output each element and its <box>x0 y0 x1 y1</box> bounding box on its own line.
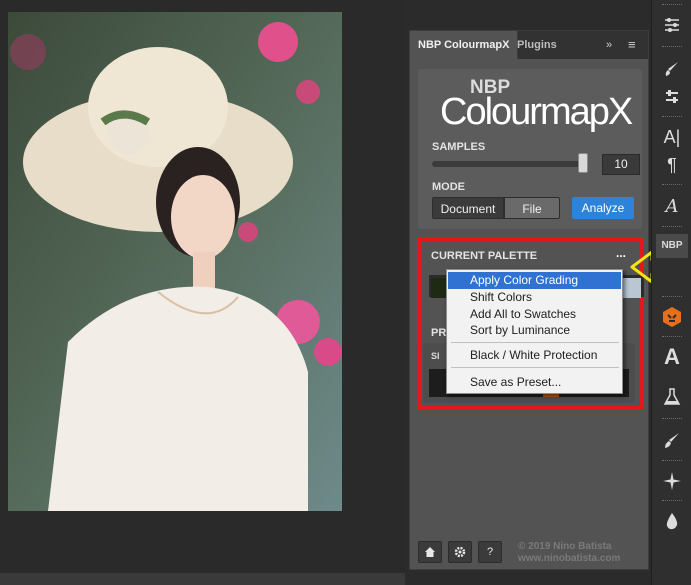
samples-slider[interactable] <box>432 161 588 167</box>
toolbar-grip <box>662 296 682 300</box>
toolbar-grip <box>662 460 682 464</box>
toolbar-grip <box>662 4 682 8</box>
nbp-plugin-icon[interactable]: NBP <box>656 234 688 258</box>
sliders-icon[interactable] <box>656 12 688 38</box>
preset-name: SI <box>431 351 440 361</box>
settings-section: NBP ColourmapX SAMPLES 10 MODE Document … <box>418 69 642 229</box>
toolbar-grip <box>662 184 682 188</box>
sparkle-icon[interactable] <box>656 468 688 494</box>
help-icon[interactable]: ? <box>478 541 502 563</box>
type-icon[interactable]: A <box>656 344 688 370</box>
palette-context-menu: Apply Color Grading Shift Colors Add All… <box>446 269 623 394</box>
copyright-line-1: © 2019 Nino Batista <box>518 541 612 552</box>
glyphs-icon[interactable]: A <box>656 194 688 220</box>
toolbar-grip <box>662 116 682 120</box>
copyright-line-2: www.ninobatista.com <box>518 553 621 564</box>
panel-collapse-icon[interactable]: » <box>606 39 612 51</box>
document-canvas <box>0 0 405 585</box>
menu-item-save-as-preset[interactable]: Save as Preset... <box>448 374 621 391</box>
palette-menu-button[interactable]: ... <box>616 246 626 260</box>
tab-plugins[interactable]: Plugins <box>509 31 565 59</box>
samples-slider-thumb[interactable] <box>578 153 589 173</box>
mode-document-button[interactable]: Document <box>432 197 504 219</box>
samples-value-field[interactable]: 10 <box>602 154 640 175</box>
flask-icon[interactable] <box>656 384 688 410</box>
menu-item-sort-by-luminance[interactable]: Sort by Luminance <box>448 322 621 339</box>
paragraph-icon[interactable]: ¶ <box>656 152 688 178</box>
menu-item-shift-colors[interactable]: Shift Colors <box>448 289 621 306</box>
menu-item-apply-color-grading[interactable]: Apply Color Grading <box>448 272 621 289</box>
cube-plugin-icon[interactable] <box>656 304 688 330</box>
toolbar-grip <box>662 46 682 50</box>
analyze-button[interactable]: Analyze <box>572 197 634 219</box>
drop-icon[interactable] <box>656 508 688 534</box>
mode-file-button[interactable]: File <box>504 197 560 219</box>
copyright-text: © 2019 Nino Batista www.ninobatista.com <box>518 541 620 565</box>
current-palette-title: CURRENT PALETTE <box>431 250 538 262</box>
right-toolbar: A| ¶ A NBP A <box>651 0 691 585</box>
toolbar-grip <box>662 226 682 230</box>
menu-separator <box>451 367 619 368</box>
toolbar-grip <box>662 418 682 422</box>
canvas-scrollbar[interactable] <box>0 573 405 585</box>
menu-separator <box>451 342 619 343</box>
toolbar-grip <box>662 500 682 504</box>
brush-settings-icon[interactable] <box>656 56 688 82</box>
mode-label: MODE <box>432 181 465 193</box>
photo-image <box>8 12 342 511</box>
character-icon[interactable]: A| <box>656 124 688 150</box>
menu-item-add-all-to-swatches[interactable]: Add All to Swatches <box>448 306 621 323</box>
home-icon[interactable] <box>418 541 442 563</box>
gear-icon[interactable] <box>448 541 472 563</box>
panel-tab-bar: NBP ColourmapX Plugins » ≡ <box>410 31 648 59</box>
tab-nbp-colourmapx[interactable]: NBP ColourmapX <box>410 31 519 59</box>
panel-menu-icon[interactable]: ≡ <box>628 37 636 52</box>
menu-item-black-white-protection[interactable]: Black / White Protection <box>448 347 621 364</box>
brush-icon[interactable] <box>656 428 688 454</box>
logo-colourmapx: ColourmapX <box>440 91 633 133</box>
samples-label: SAMPLES <box>432 141 486 153</box>
adjust-icon[interactable] <box>656 84 688 110</box>
presets-title: PR <box>431 327 447 339</box>
panel-footer: ? © 2019 Nino Batista www.ninobatista.co… <box>418 541 642 565</box>
toolbar-grip <box>662 336 682 340</box>
